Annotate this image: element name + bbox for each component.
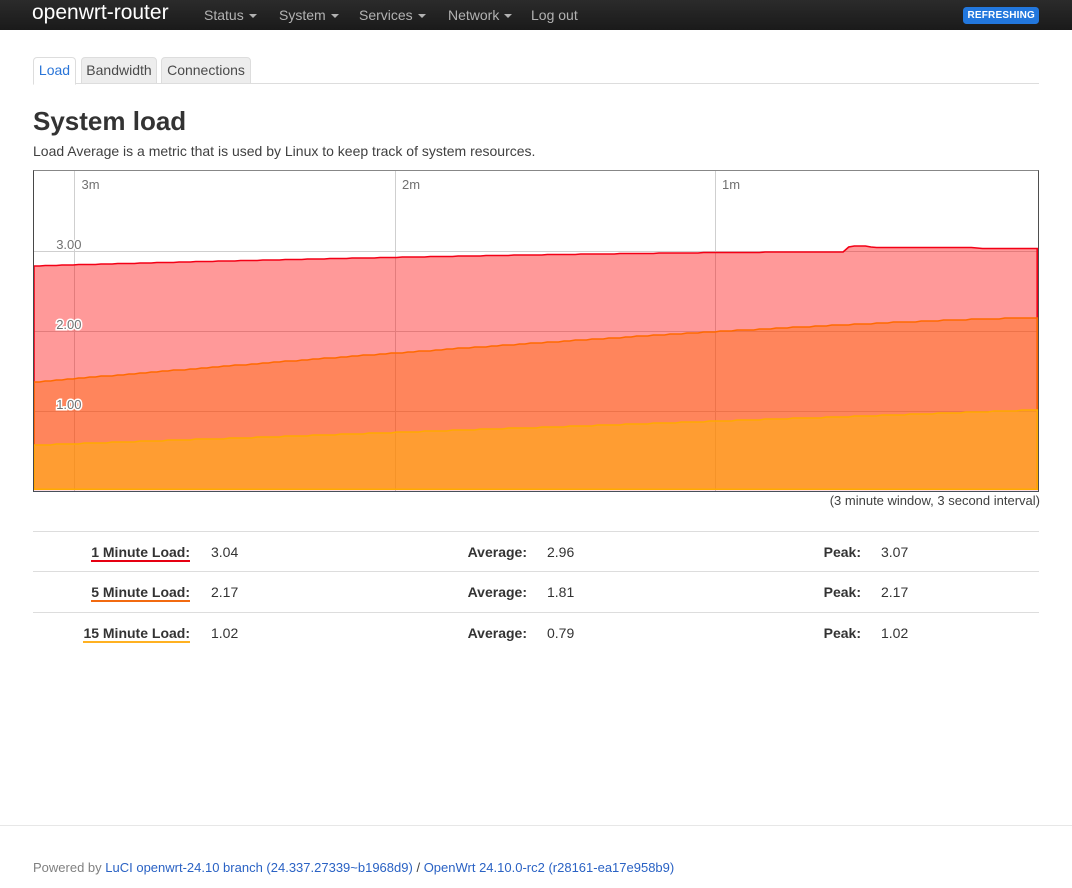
svg-text:1.00: 1.00 bbox=[56, 397, 81, 412]
svg-text:2.00: 2.00 bbox=[56, 317, 81, 332]
svg-text:3m: 3m bbox=[82, 177, 100, 192]
svg-text:3.00: 3.00 bbox=[56, 237, 81, 252]
svg-text:1m: 1m bbox=[722, 177, 740, 192]
svg-text:2m: 2m bbox=[402, 177, 420, 192]
